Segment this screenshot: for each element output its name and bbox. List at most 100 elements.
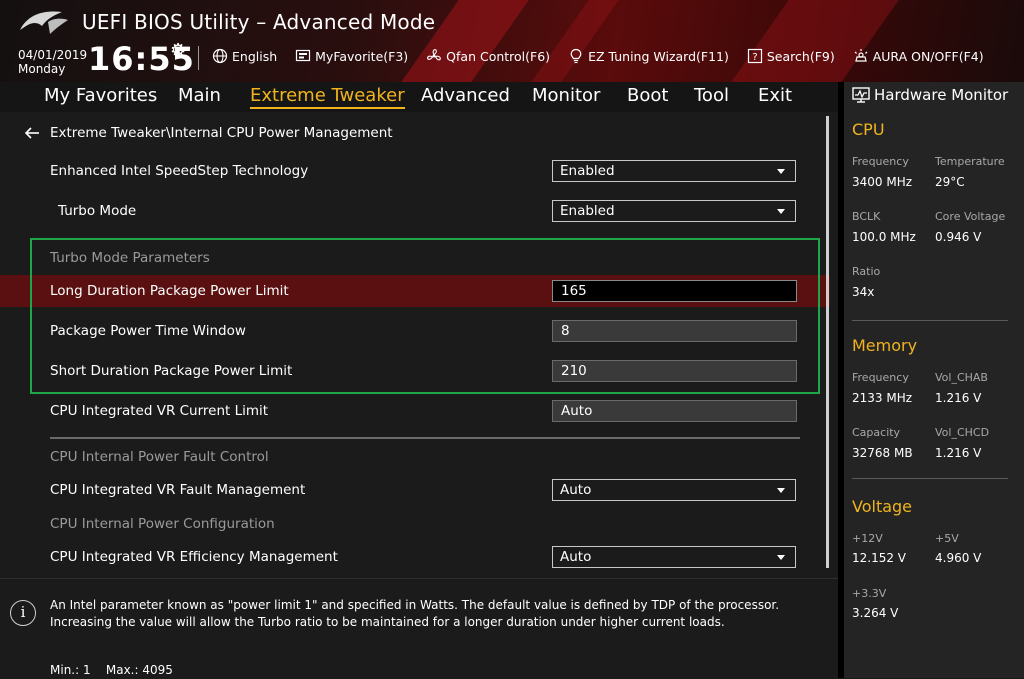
memory-capacity-value: 32768 MB bbox=[852, 446, 913, 460]
my-favorite-button[interactable]: MyFavorite(F3) bbox=[295, 48, 408, 64]
long-duration-power-limit-input[interactable]: 165 bbox=[552, 280, 797, 302]
qfan-control-button[interactable]: Qfan Control(F6) bbox=[426, 48, 550, 64]
cpu-core-voltage-label: Core Voltage bbox=[935, 210, 1006, 223]
section-header-fault-control: CPU Internal Power Fault Control bbox=[50, 449, 269, 465]
tab-monitor[interactable]: Monitor bbox=[532, 85, 600, 106]
section-divider bbox=[50, 437, 800, 439]
voltage-12v-value: 12.152 V bbox=[852, 551, 907, 565]
chevron-down-icon bbox=[777, 209, 785, 214]
voltage-3v3-label: +3.3V bbox=[852, 587, 887, 600]
hardware-monitor-label: Hardware Monitor bbox=[874, 86, 1009, 104]
setting-label: Enhanced Intel SpeedStep Technology bbox=[50, 163, 309, 179]
help-info-panel: i An Intel parameter known as "power lim… bbox=[0, 578, 838, 679]
header-divider bbox=[198, 46, 199, 70]
fan-icon bbox=[427, 49, 441, 61]
setting-row-speedstep[interactable]: Enhanced Intel SpeedStep Technology Enab… bbox=[0, 153, 830, 189]
vr-current-limit-input[interactable]: Auto bbox=[552, 400, 797, 422]
settings-scrollbar[interactable] bbox=[826, 116, 829, 568]
value-range: Min.: 1 Max.: 4095 bbox=[50, 663, 173, 677]
search-label: Search(F9) bbox=[766, 48, 835, 64]
setting-label: CPU Integrated VR Fault Management bbox=[50, 482, 306, 498]
header-decoration bbox=[531, 0, 619, 82]
setting-row-turbo-mode[interactable]: Turbo Mode Enabled bbox=[0, 193, 830, 229]
date-text: 04/01/2019 bbox=[18, 48, 88, 62]
tab-my-favorites[interactable]: My Favorites bbox=[44, 85, 157, 106]
cpu-header: CPU bbox=[852, 120, 885, 139]
tab-exit[interactable]: Exit bbox=[758, 85, 792, 106]
dropdown-value: Auto bbox=[560, 482, 592, 498]
tab-boot[interactable]: Boot bbox=[627, 85, 668, 106]
gear-icon[interactable]: ⚙ bbox=[170, 40, 186, 61]
setting-label: Turbo Mode bbox=[58, 203, 137, 219]
section-header-power-configuration: CPU Internal Power Configuration bbox=[50, 516, 275, 532]
language-button[interactable]: English bbox=[212, 48, 277, 64]
rog-logo-icon bbox=[20, 11, 68, 34]
min-value: Min.: 1 bbox=[50, 663, 91, 677]
memory-frequency-value: 2133 MHz bbox=[852, 391, 913, 405]
chevron-down-icon bbox=[777, 488, 785, 493]
tab-tool[interactable]: Tool bbox=[694, 85, 729, 106]
date-display: 04/01/2019 Monday bbox=[18, 48, 87, 76]
tab-advanced[interactable]: Advanced bbox=[421, 85, 510, 106]
setting-row-package-power-time-window[interactable]: Package Power Time Window 8 bbox=[0, 313, 830, 349]
back-arrow-icon[interactable] bbox=[24, 126, 40, 140]
breadcrumb: Extreme Tweaker\Internal CPU Power Manag… bbox=[24, 125, 393, 141]
aura-toggle-button[interactable]: AURA ON/OFF(F4) bbox=[853, 48, 984, 64]
cpu-bclk-label: BCLK bbox=[852, 210, 881, 223]
section-divider bbox=[852, 320, 1008, 321]
setting-label: CPU Integrated VR Efficiency Management bbox=[50, 549, 338, 565]
cpu-ratio-value: 34x bbox=[852, 285, 875, 299]
tab-extreme-tweaker[interactable]: Extreme Tweaker bbox=[250, 85, 405, 109]
qfan-control-label: Qfan Control(F6) bbox=[446, 48, 551, 64]
memory-vol-chcd-label: Vol_CHCD bbox=[935, 426, 990, 439]
memory-capacity-label: Capacity bbox=[852, 426, 901, 439]
dropdown-value: Auto bbox=[560, 549, 592, 565]
cpu-bclk-value: 100.0 MHz bbox=[852, 230, 916, 244]
voltage-3v3-value: 3.264 V bbox=[852, 606, 899, 620]
language-label: English bbox=[232, 48, 278, 64]
help-text: An Intel parameter known as "power limit… bbox=[50, 598, 780, 629]
svg-text:?: ? bbox=[752, 52, 757, 63]
voltage-12v-label: +12V bbox=[852, 532, 883, 545]
ez-tuning-wizard-button[interactable]: EZ Tuning Wizard(F11) bbox=[568, 48, 729, 64]
short-duration-power-limit-input[interactable]: 210 bbox=[552, 360, 797, 382]
setting-row-vr-efficiency-management[interactable]: CPU Integrated VR Efficiency Management … bbox=[0, 539, 830, 575]
search-button[interactable]: ? Search(F9) bbox=[747, 48, 835, 64]
title-bar: UEFI BIOS Utility – Advanced Mode 04/01/… bbox=[0, 0, 1024, 82]
memory-header: Memory bbox=[852, 336, 918, 355]
setting-label: CPU Integrated VR Current Limit bbox=[50, 403, 269, 419]
memory-vol-chab-value: 1.216 V bbox=[935, 391, 982, 405]
lightbulb-icon bbox=[570, 48, 582, 64]
info-icon: i bbox=[10, 600, 36, 626]
setting-row-vr-fault-management[interactable]: CPU Integrated VR Fault Management Auto bbox=[0, 472, 830, 508]
globe-icon bbox=[212, 48, 228, 64]
vr-fault-management-dropdown[interactable]: Auto bbox=[552, 479, 796, 501]
favorite-icon bbox=[296, 49, 311, 62]
aura-toggle-label: AURA ON/OFF(F4) bbox=[872, 48, 984, 64]
package-power-time-window-input[interactable]: 8 bbox=[552, 320, 797, 342]
tab-main[interactable]: Main bbox=[178, 85, 221, 106]
cpu-ratio-label: Ratio bbox=[852, 265, 881, 278]
chevron-down-icon bbox=[777, 169, 785, 174]
voltage-5v-label: +5V bbox=[935, 532, 959, 545]
vr-efficiency-management-dropdown[interactable]: Auto bbox=[552, 546, 796, 568]
hardware-monitor-panel: Hardware Monitor CPU Frequency 3400 MHz … bbox=[844, 82, 1024, 678]
setting-row-long-duration-power-limit[interactable]: Long Duration Package Power Limit 165 bbox=[0, 275, 830, 307]
cpu-core-voltage-value: 0.946 V bbox=[935, 230, 982, 244]
cpu-temperature-label: Temperature bbox=[935, 155, 1005, 168]
speedstep-dropdown[interactable]: Enabled bbox=[552, 160, 796, 182]
turbo-mode-dropdown[interactable]: Enabled bbox=[552, 200, 796, 222]
app-title: UEFI BIOS Utility – Advanced Mode bbox=[82, 10, 436, 34]
my-favorite-label: MyFavorite(F3) bbox=[315, 48, 409, 64]
chevron-down-icon bbox=[777, 555, 785, 560]
monitor-icon bbox=[852, 87, 870, 103]
setting-row-vr-current-limit[interactable]: CPU Integrated VR Current Limit Auto bbox=[0, 393, 830, 429]
settings-panel: Extreme Tweaker\Internal CPU Power Manag… bbox=[0, 112, 838, 578]
memory-frequency-label: Frequency bbox=[852, 371, 909, 384]
setting-label: Short Duration Package Power Limit bbox=[50, 363, 293, 379]
dropdown-value: Enabled bbox=[560, 203, 615, 219]
memory-vol-chab-label: Vol_CHAB bbox=[935, 371, 988, 384]
setting-row-short-duration-power-limit[interactable]: Short Duration Package Power Limit 210 bbox=[0, 353, 830, 389]
scrollbar-thumb[interactable] bbox=[826, 116, 829, 568]
max-value: Max.: 4095 bbox=[105, 663, 173, 677]
